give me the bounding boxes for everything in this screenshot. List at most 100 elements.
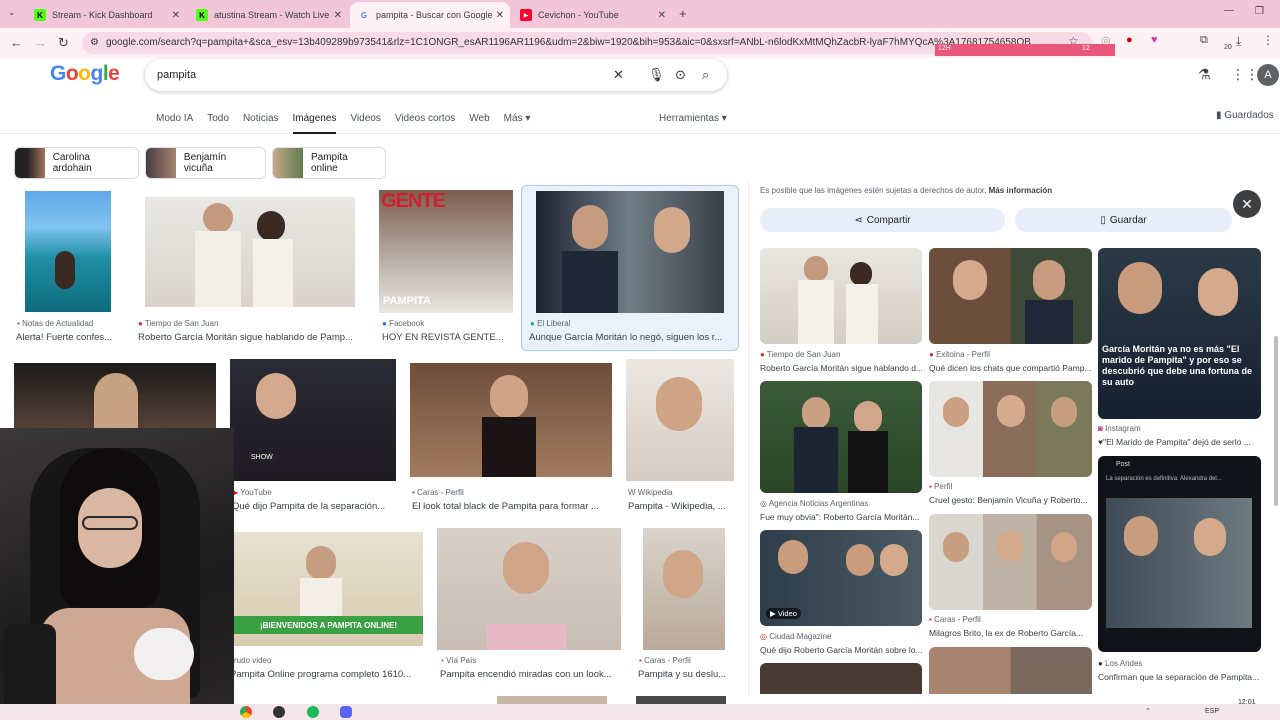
site-info-icon[interactable]: ⚙ bbox=[90, 32, 99, 54]
puzzle-icon[interactable]: ⧉ bbox=[1200, 34, 1208, 47]
discord-icon[interactable] bbox=[340, 706, 352, 718]
apps-grid-icon[interactable]: ⋮⋮ bbox=[1231, 66, 1259, 83]
save-button[interactable]: ▯ Guardar bbox=[1015, 208, 1232, 232]
result-image[interactable] bbox=[25, 191, 111, 312]
back-icon[interactable]: ← bbox=[10, 35, 23, 50]
tab-videos-cortos[interactable]: Videos cortos bbox=[395, 113, 455, 134]
related-image[interactable] bbox=[929, 248, 1092, 344]
related-caption[interactable]: ♥"El Marido de Pampita" dejó de serlo ..… bbox=[1098, 437, 1261, 447]
chip-pampita-online[interactable]: Pampita online bbox=[272, 147, 386, 179]
related-caption[interactable]: Roberto García Moritán sigue hablando d.… bbox=[760, 363, 922, 373]
result-image[interactable] bbox=[14, 363, 216, 431]
language-indicator[interactable]: ESP bbox=[1205, 708, 1219, 715]
related-caption[interactable]: Fue muy obvia": Roberto García Moritán..… bbox=[760, 512, 922, 522]
related-image[interactable]: García Moritán ya no es más "El marido d… bbox=[1098, 248, 1261, 419]
extension-icon[interactable]: ♥ bbox=[1151, 34, 1158, 46]
more-info-link[interactable]: Más información bbox=[989, 186, 1053, 195]
result-image[interactable] bbox=[636, 696, 726, 704]
result-caption[interactable]: Roberto García Moritán sigue hablando de… bbox=[138, 332, 363, 343]
search-input[interactable]: pampita bbox=[157, 69, 196, 81]
related-caption[interactable]: Confirman que la separación de Pampita..… bbox=[1098, 672, 1261, 682]
lens-icon[interactable]: ⊙ bbox=[675, 59, 686, 91]
new-tab-icon[interactable]: + bbox=[679, 6, 687, 21]
tab-kick-dashboard[interactable]: K Stream - Kick Dashboard ✕ bbox=[26, 4, 186, 26]
result-image[interactable] bbox=[626, 359, 734, 481]
related-image[interactable] bbox=[760, 248, 922, 344]
related-image[interactable] bbox=[760, 663, 922, 694]
related-image[interactable] bbox=[929, 514, 1092, 610]
result-caption[interactable]: Pampita y su deslu... bbox=[638, 669, 732, 680]
share-button[interactable]: ⋖ Compartir bbox=[760, 208, 1005, 232]
tab-web[interactable]: Web bbox=[469, 113, 489, 134]
close-tab-icon[interactable]: ✕ bbox=[331, 9, 342, 21]
tab-modo-ia[interactable]: Modo IA bbox=[156, 113, 193, 134]
result-image[interactable] bbox=[536, 191, 724, 313]
tab-list-chevron-icon[interactable]: ⌄ bbox=[8, 7, 16, 18]
related-caption[interactable]: Qué dijo Roberto García Moritán sobre lo… bbox=[760, 645, 922, 655]
app-icon[interactable] bbox=[273, 706, 285, 718]
result-caption[interactable]: HOY EN REVISTA GENTE... bbox=[382, 332, 512, 343]
result-caption[interactable]: El look total black de Pampita para form… bbox=[412, 501, 612, 512]
tab-todo[interactable]: Todo bbox=[207, 113, 229, 134]
forward-icon[interactable]: → bbox=[34, 35, 47, 50]
reload-icon[interactable]: ↻ bbox=[58, 35, 69, 51]
clear-search-icon[interactable]: ✕ bbox=[613, 59, 624, 91]
tab-mas[interactable]: Más ▾ bbox=[504, 113, 531, 134]
tab-noticias[interactable]: Noticias bbox=[243, 113, 279, 134]
close-panel-button[interactable]: ✕ bbox=[1233, 190, 1261, 218]
saved-button[interactable]: ▮ Guardados bbox=[1216, 110, 1274, 121]
result-caption[interactable]: Qué dijo Pampita de la separación... bbox=[232, 501, 397, 512]
tab-youtube[interactable]: ▶ Cevichon - YouTube ✕ bbox=[512, 4, 672, 26]
close-tab-icon[interactable]: ✕ bbox=[658, 10, 666, 21]
close-tab-icon[interactable]: ✕ bbox=[172, 10, 180, 21]
related-caption[interactable]: Qué dicen los chats que compartió Pamp..… bbox=[929, 363, 1092, 373]
labs-flask-icon[interactable]: ⚗ bbox=[1198, 66, 1211, 83]
tab-imagenes[interactable]: Imágenes bbox=[292, 113, 337, 134]
panel-scrollbar[interactable] bbox=[1274, 336, 1278, 506]
result-caption[interactable]: Pampita Online programa completo 1610... bbox=[230, 669, 425, 680]
result-image[interactable]: ¡BIENVENIDOS A PAMPITA ONLINE! bbox=[234, 532, 423, 646]
chip-carolina-ardohain[interactable]: Carolina ardohain bbox=[14, 147, 139, 179]
result-caption[interactable]: Alerta! Fuerte confes... bbox=[16, 332, 124, 343]
result-caption[interactable]: Pampita - Wikipedia, ... bbox=[628, 501, 734, 512]
result-image[interactable]: SHOW bbox=[230, 359, 396, 481]
spotify-icon[interactable] bbox=[307, 706, 319, 718]
google-logo[interactable]: Google bbox=[50, 62, 120, 86]
download-icon[interactable]: ⤓ bbox=[1236, 34, 1241, 49]
related-image[interactable] bbox=[760, 381, 922, 493]
person-figure bbox=[253, 239, 293, 307]
result-image[interactable] bbox=[410, 363, 612, 477]
result-image[interactable] bbox=[643, 528, 725, 650]
result-image[interactable] bbox=[497, 696, 607, 704]
result-image[interactable]: GENTE PAMPITA bbox=[379, 190, 513, 313]
embedded-photo bbox=[1106, 498, 1252, 628]
voice-search-icon[interactable]: 🎙 bbox=[648, 59, 665, 91]
search-icon[interactable]: ⌕ bbox=[702, 59, 709, 91]
extension-icon[interactable]: ● bbox=[1126, 34, 1133, 46]
search-box[interactable]: pampita ✕ 🎙 ⊙ ⌕ bbox=[145, 59, 727, 91]
account-avatar[interactable]: A bbox=[1257, 64, 1279, 86]
tools-button[interactable]: Herramientas ▾ bbox=[659, 113, 727, 124]
minimize-icon[interactable]: — bbox=[1224, 5, 1234, 16]
related-image[interactable]: Post La separación es definitiva. Alexan… bbox=[1098, 456, 1261, 652]
clock[interactable]: 12:01 bbox=[1238, 699, 1256, 706]
related-image[interactable]: ▶ Video bbox=[760, 530, 922, 626]
tab-kick-stream[interactable]: K atustina Stream - Watch Live on ✕ bbox=[188, 4, 348, 26]
close-tab-icon[interactable]: ✕ bbox=[496, 10, 504, 21]
result-caption[interactable]: Aunque García Moritán lo negó, siguen lo… bbox=[529, 332, 729, 343]
tab-google-search[interactable]: G pampita - Buscar con Google ✕ bbox=[350, 2, 510, 28]
chip-benjamin-vicuna[interactable]: Benjamín vicuña bbox=[145, 147, 266, 179]
related-caption[interactable]: Milagros Brito, la ex de Roberto García.… bbox=[929, 628, 1092, 638]
related-image[interactable] bbox=[929, 381, 1092, 477]
result-image[interactable] bbox=[145, 197, 355, 307]
tray-chevron-icon[interactable]: ⌃ bbox=[1145, 707, 1151, 715]
menu-icon[interactable]: ⋮ bbox=[1262, 33, 1274, 47]
related-image[interactable] bbox=[929, 647, 1092, 694]
related-caption[interactable]: Cruel gesto: Benjamín Vicuña y Roberto..… bbox=[929, 495, 1092, 505]
result-caption[interactable]: Pampita encendió miradas con un look... bbox=[440, 669, 624, 680]
tab-videos[interactable]: Videos bbox=[350, 113, 380, 134]
maximize-icon[interactable]: ❐ bbox=[1255, 6, 1264, 17]
source-favicon: ◎ bbox=[760, 499, 769, 508]
chrome-icon[interactable] bbox=[240, 706, 252, 718]
result-image[interactable] bbox=[437, 528, 621, 650]
